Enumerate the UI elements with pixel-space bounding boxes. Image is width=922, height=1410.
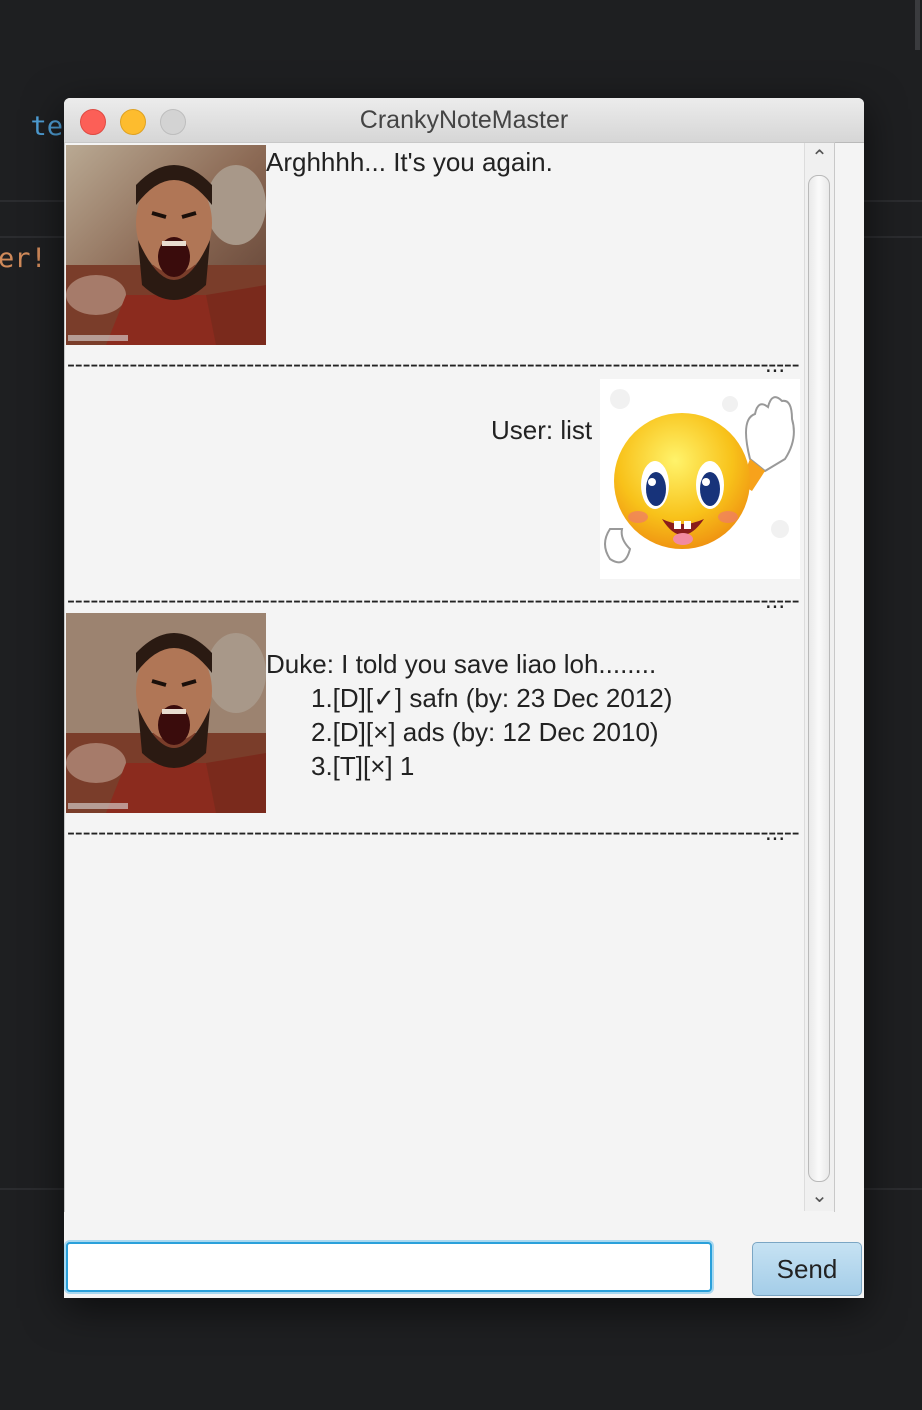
duke-reply-text: Duke: I told you save liao loh........ xyxy=(266,649,657,679)
editor-scrollbar[interactable] xyxy=(915,0,920,50)
angry-warrior-icon xyxy=(66,145,266,345)
duke-greeting-text: Arghhhh... It's you again. xyxy=(266,147,553,177)
user-avatar xyxy=(600,379,800,579)
divider-dashes: ----------------------------------------… xyxy=(67,351,799,377)
message-divider: ----------------------------------------… xyxy=(67,351,799,377)
window-title: CrankyNoteMaster xyxy=(359,106,569,134)
user-input-field[interactable] xyxy=(66,1242,712,1292)
task-list-item: 1.[D][✓] safn (by: 23 Dec 2012) xyxy=(311,683,673,713)
divider-ellipsis: ... xyxy=(765,819,786,846)
chevron-down-icon[interactable]: ⌄ xyxy=(805,1183,834,1208)
input-bar: Send xyxy=(64,1212,864,1298)
user-message-text: User: list xyxy=(491,415,593,445)
chat-scrollbar[interactable]: ⌃ ⌄ xyxy=(804,143,834,1211)
chat-scroll-pane[interactable]: Arghhhh... It's you again. -------------… xyxy=(64,142,835,1214)
divider-ellipsis: ... xyxy=(765,587,786,614)
waving-smiley-icon xyxy=(600,379,800,579)
app-window: CrankyNoteMaster Arghhhh... It's you aga… xyxy=(64,98,864,1298)
divider-dashes: ----------------------------------------… xyxy=(67,587,799,613)
divider-ellipsis: ... xyxy=(765,351,786,378)
divider-dashes: ----------------------------------------… xyxy=(67,819,799,845)
task-list-item: 2.[D][×] ads (by: 12 Dec 2010) xyxy=(311,717,659,747)
duke-avatar xyxy=(66,145,266,345)
task-list-item: 3.[T][×] 1 xyxy=(311,751,415,781)
title-bar[interactable]: CrankyNoteMaster xyxy=(64,98,864,143)
chevron-up-icon[interactable]: ⌃ xyxy=(805,145,834,170)
message-divider: ----------------------------------------… xyxy=(67,819,799,845)
dialog-container: Arghhhh... It's you again. -------------… xyxy=(65,143,800,1211)
scrollbar-thumb[interactable] xyxy=(808,175,830,1182)
send-button[interactable]: Send xyxy=(752,1242,862,1296)
duke-avatar xyxy=(66,613,266,813)
message-divider: ----------------------------------------… xyxy=(67,587,799,613)
angry-warrior-icon xyxy=(66,613,266,813)
